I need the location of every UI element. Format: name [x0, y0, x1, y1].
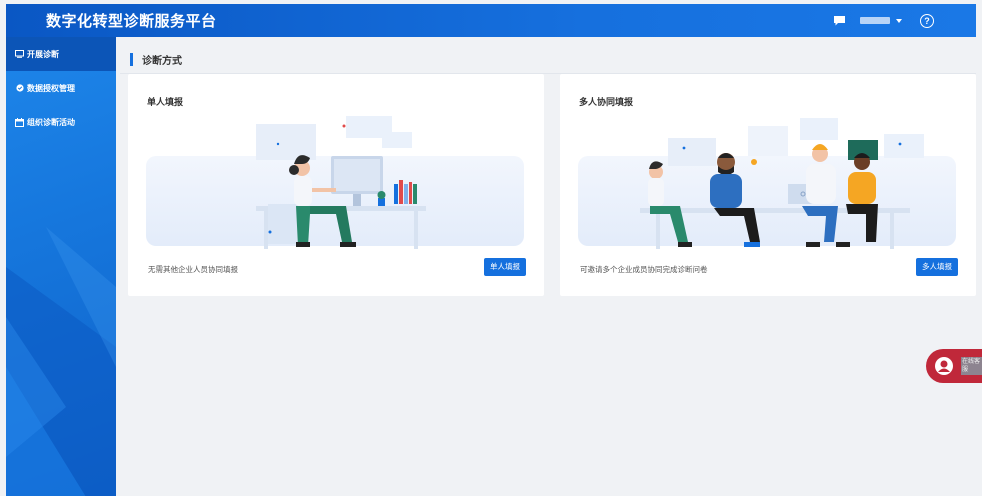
sidebar-item-label: 组织诊断活动	[27, 117, 75, 127]
app-title: 数字化转型诊断服务平台	[46, 13, 217, 30]
single-person-illustration	[256, 116, 426, 249]
section-header: 诊断方式	[120, 46, 976, 74]
sidebar: 开展诊断 数据授权管理 组织诊断活动	[6, 37, 116, 496]
monitor-icon	[15, 50, 24, 59]
card-single-fill: 单人填报 无需其他企业人员协同填报 单人填报	[128, 74, 544, 296]
help-circle-icon[interactable]: ?	[920, 13, 934, 28]
single-fill-button[interactable]: 单人填报	[484, 258, 526, 276]
sidebar-item-label: 开展诊断	[27, 49, 59, 59]
user-name	[860, 17, 890, 24]
main-content: 诊断方式 单人填报 无需其他企业人员协同填报 单人填报 多人协同填报 可邀请多个…	[116, 37, 982, 496]
card-title: 单人填报	[147, 97, 184, 107]
section-title: 诊断方式	[142, 56, 182, 67]
sidebar-item-label: 数据授权管理	[27, 83, 75, 93]
chat-icon[interactable]	[832, 14, 846, 28]
sidebar-item-data-authorization[interactable]: 数据授权管理	[6, 71, 116, 105]
section-accent	[130, 53, 133, 66]
chevron-down-icon	[896, 18, 902, 23]
card-title: 多人协同填报	[579, 97, 634, 107]
customer-service-icon	[935, 357, 953, 375]
shield-icon	[15, 84, 24, 93]
card-description: 可邀请多个企业成员协同完成诊断问卷	[580, 265, 708, 274]
online-service-label: 在线客服	[961, 357, 982, 375]
user-menu[interactable]	[860, 17, 902, 24]
header-actions: ?	[832, 4, 976, 37]
sidebar-item-organize-activity[interactable]: 组织诊断活动	[6, 105, 116, 139]
online-service-widget[interactable]: 在线客服	[926, 349, 982, 383]
sidebar-item-start-diagnosis[interactable]: 开展诊断	[6, 37, 116, 71]
calendar-icon	[15, 117, 24, 127]
card-description: 无需其他企业人员协同填报	[148, 265, 238, 274]
top-header: 数字化转型诊断服务平台 ?	[6, 4, 976, 37]
team-illustration	[640, 118, 924, 249]
multi-fill-button[interactable]: 多人填报	[916, 258, 958, 276]
sidebar-decoration	[6, 227, 116, 496]
card-multi-fill: 多人协同填报 可邀请多个企业成员协同完成诊断问卷 多人填报	[560, 74, 976, 296]
